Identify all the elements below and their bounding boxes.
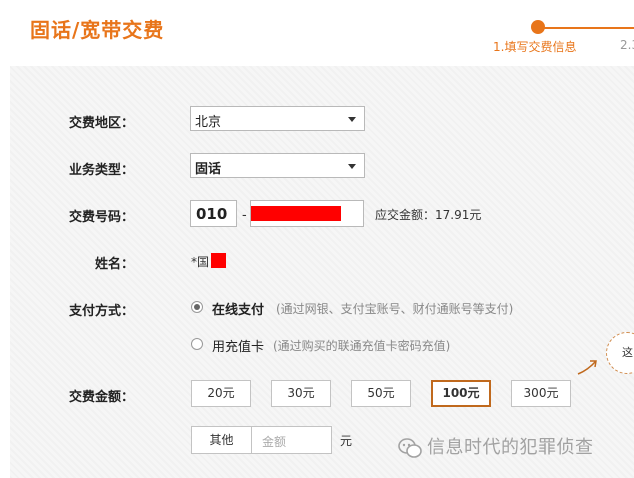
amount-option-20[interactable]: 20元 <box>191 380 251 407</box>
online-pay-radio[interactable] <box>191 301 203 313</box>
amount-option-300[interactable]: 300元 <box>511 380 571 407</box>
amount-option-50[interactable]: 50元 <box>351 380 411 407</box>
number-separator: - <box>242 208 247 223</box>
amount-option-30[interactable]: 30元 <box>271 380 331 407</box>
card-pay-label[interactable]: 用充值卡 <box>212 336 264 355</box>
card-pay-radio[interactable] <box>191 338 203 350</box>
online-pay-label[interactable]: 在线支付 <box>212 299 264 318</box>
custom-amount-group: 其他 金额 <box>191 426 332 454</box>
redaction-mark <box>251 206 341 221</box>
business-type-select[interactable]: 固话 <box>190 153 365 178</box>
business-type-value: 固话 <box>195 162 222 177</box>
step-2-label: 2.3 <box>620 38 634 52</box>
name-label: 姓名： <box>94 257 134 272</box>
side-badge-text: 这 <box>622 346 633 359</box>
custom-amount-input[interactable]: 金额 <box>262 433 286 450</box>
name-value: *国 <box>191 255 210 269</box>
phone-number-input[interactable] <box>250 200 364 227</box>
page-title: 固话/宽带交费 <box>30 18 165 42</box>
progress-line <box>537 27 634 29</box>
business-type-label: 业务类型： <box>68 163 134 178</box>
chevron-down-icon <box>348 164 356 169</box>
payment-label: 支付方式： <box>68 304 134 319</box>
header: 固话/宽带交费 1.填写交费信息 2.3 <box>0 0 634 62</box>
step-1-label: 1.填写交费信息 <box>493 40 577 54</box>
amount-option-100[interactable]: 100元 <box>431 380 491 407</box>
name-redaction <box>211 253 226 268</box>
progress-dot-step1 <box>531 20 545 34</box>
watermark-text: 信息时代的犯罪侦查 <box>427 437 594 458</box>
number-label: 交费号码： <box>68 210 134 225</box>
arrow-icon <box>577 360 597 375</box>
amount-due: 应交金额：17.91元 <box>375 208 482 222</box>
online-pay-desc: (通过网银、支付宝账号、财付通账号等支付) <box>276 302 514 316</box>
card-pay-desc: (通过购买的联通充值卡密码充值) <box>273 339 451 353</box>
amount-label: 交费金额： <box>68 390 134 405</box>
chevron-down-icon <box>348 117 356 122</box>
amount-unit: 元 <box>340 434 353 448</box>
region-label: 交费地区： <box>68 116 134 131</box>
area-code-value: 010 <box>196 205 228 223</box>
chat-bubbles-icon <box>398 438 422 458</box>
area-code-input[interactable]: 010 <box>190 200 237 227</box>
region-select[interactable]: 北京 <box>190 106 365 131</box>
region-value: 北京 <box>195 115 222 130</box>
other-amount-button[interactable]: 其他 <box>192 427 252 453</box>
